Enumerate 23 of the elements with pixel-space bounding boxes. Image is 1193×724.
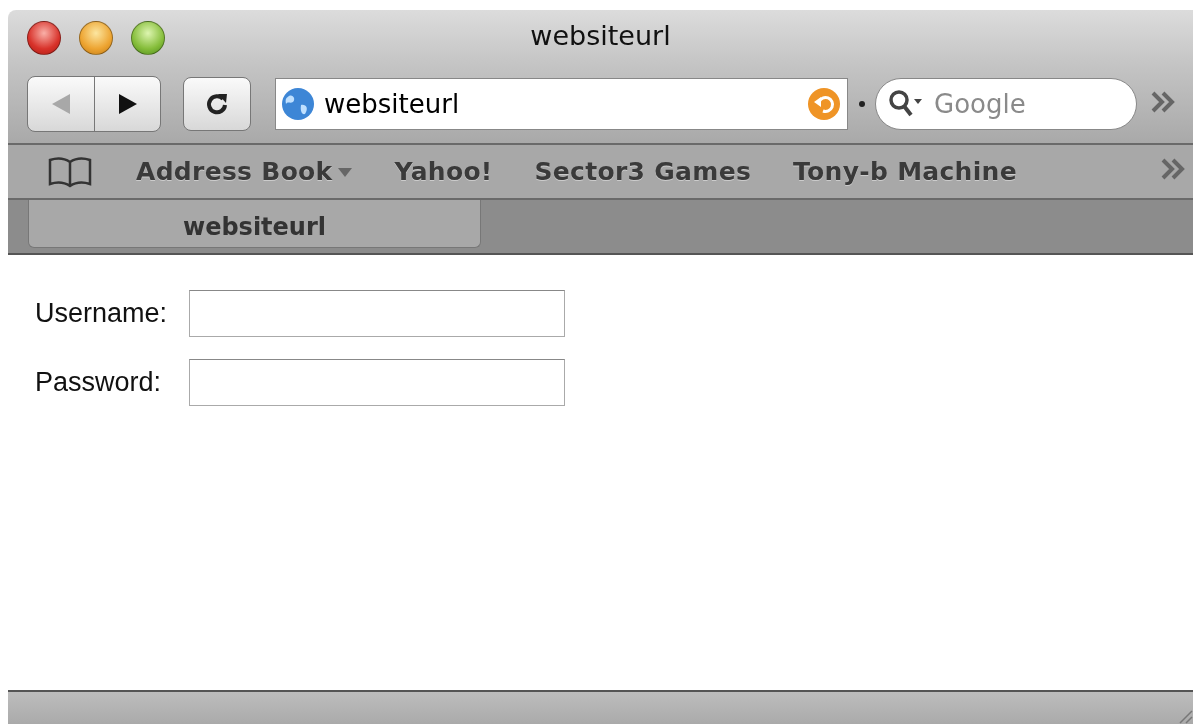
reload-button[interactable] [183, 77, 251, 131]
reload-icon [204, 91, 230, 117]
bookmark-link[interactable]: Yahoo! [394, 157, 493, 186]
bookmark-link[interactable]: Sector3 Games [534, 157, 752, 186]
close-button[interactable] [27, 20, 61, 55]
text-field[interactable] [189, 359, 566, 406]
globe-icon [281, 87, 315, 121]
field-label: Password: [35, 367, 163, 398]
address-field[interactable]: websiteurl [275, 78, 848, 130]
tab[interactable]: websiteurl [28, 200, 481, 248]
text-field[interactable] [189, 290, 566, 337]
overflow-chevron-icon[interactable] [1151, 91, 1177, 113]
bookmarks-overflow-icon[interactable] [1161, 158, 1187, 180]
resize-grip-icon[interactable] [1177, 708, 1193, 724]
minimize-button[interactable] [79, 20, 113, 55]
field-label: Username: [35, 298, 168, 329]
search-field[interactable]: Google [875, 78, 1137, 130]
bookmarks-book-icon[interactable] [46, 155, 94, 188]
snapback-icon[interactable] [808, 88, 840, 120]
zoom-button[interactable] [131, 20, 165, 55]
dropdown-caret-icon [336, 165, 353, 178]
window-title: websiteurl [530, 20, 671, 51]
bookmark-link[interactable]: Tony-b Machine [793, 157, 1017, 186]
